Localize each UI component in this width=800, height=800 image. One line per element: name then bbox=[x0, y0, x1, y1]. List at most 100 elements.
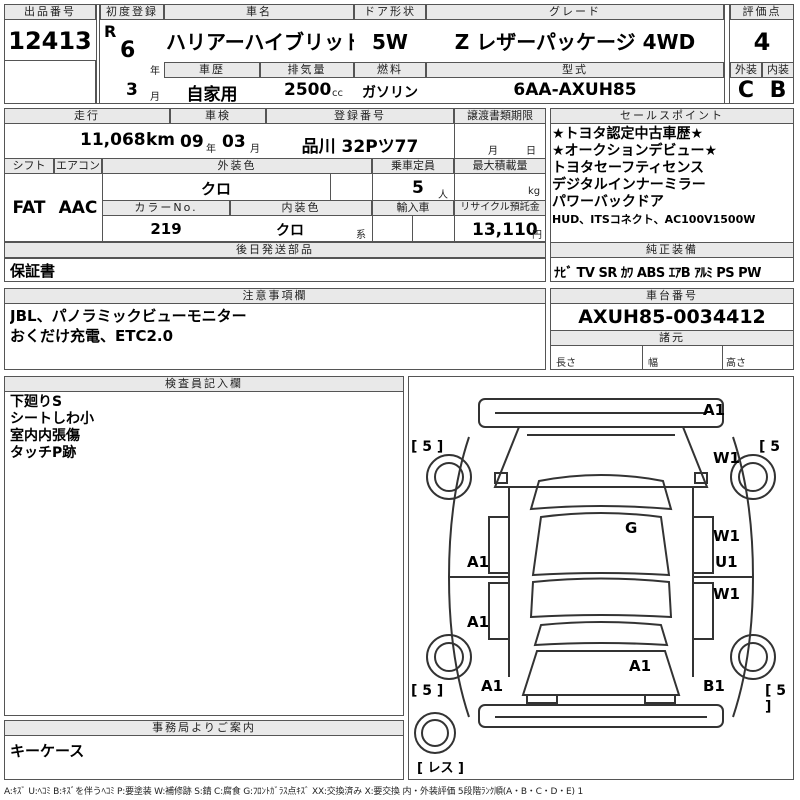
first-reg-month: 3 bbox=[126, 80, 138, 100]
name-label: 車名 bbox=[164, 4, 354, 20]
damage-mark: A1 bbox=[481, 677, 504, 695]
interior-unit: 系 bbox=[356, 230, 366, 241]
inspection-month-unit: 月 bbox=[250, 144, 260, 155]
sales-lines: ★トヨタ認定中古車歴★ ★オークションデビュー★ トヨタセーフティセンス デジタ… bbox=[552, 126, 792, 228]
inspection-month: 03 bbox=[222, 132, 246, 152]
shift-label: シフト bbox=[4, 158, 54, 174]
displacement-unit: cc bbox=[332, 88, 343, 99]
interior-label: 内装色 bbox=[230, 200, 372, 216]
tire-depth-rear-left: [ 5 ] bbox=[411, 683, 444, 699]
displacement: 2500 bbox=[284, 80, 332, 100]
mileage: 11,068 bbox=[80, 130, 146, 150]
load-label: 最大積載量 bbox=[454, 158, 546, 174]
divider bbox=[330, 174, 331, 200]
sales-line: デジタルインナーミラー bbox=[552, 177, 706, 193]
sales-line: ★オークションデビュー★ bbox=[552, 143, 718, 159]
tire-depth-front-right: [ 5 bbox=[759, 439, 781, 455]
office-note: キーケース bbox=[10, 742, 85, 760]
later-parts-box bbox=[4, 258, 546, 282]
inspector-line: シートしわ小 bbox=[10, 411, 94, 427]
first-reg-year: 6 bbox=[120, 38, 136, 63]
color-no-label: カラーNo. bbox=[102, 200, 230, 216]
grade-label: グレード bbox=[426, 4, 724, 20]
damage-mark: G bbox=[625, 519, 638, 537]
history: 自家用 bbox=[186, 85, 238, 105]
model-label: 型式 bbox=[426, 62, 724, 78]
plate: 品川 32Pツ77 bbox=[301, 137, 419, 157]
chassis-number: AXUH85-0034412 bbox=[578, 306, 766, 328]
ext-grade: C bbox=[737, 78, 755, 103]
model: 6AA-AXUH85 bbox=[513, 80, 637, 100]
divider bbox=[372, 158, 373, 242]
color: クロ bbox=[200, 180, 231, 198]
inspection-year-unit: 年 bbox=[206, 144, 216, 155]
displacement-label: 排気量 bbox=[260, 62, 354, 78]
ext-label: 外装 bbox=[730, 62, 762, 78]
inspector-line: 室内内張傷 bbox=[10, 428, 80, 444]
mileage-label: 走行 bbox=[4, 108, 170, 124]
damage-mark: B1 bbox=[703, 677, 725, 695]
history-label: 車歴 bbox=[164, 62, 260, 78]
mileage-unit: km bbox=[146, 130, 176, 150]
car-diagram: A1 W1 G W1 U1 W1 A1 A1 A1 A1 B1 [ 5 ] [ … bbox=[408, 376, 794, 780]
sales-line: HUD、ITSコネクト、AC100V1500W bbox=[552, 213, 756, 226]
grade: Z レザーパッケージ 4WD bbox=[454, 30, 696, 54]
score-label: 評価点 bbox=[730, 4, 794, 20]
inspection-label: 車検 bbox=[170, 108, 266, 124]
damage-mark: U1 bbox=[715, 553, 738, 571]
equipment: ﾅﾋﾞ TV SR ｶﾜ ABS ｴｱB ｱﾙﾐ PS PW bbox=[554, 266, 762, 281]
office-label: 事務局よりご案内 bbox=[4, 720, 404, 736]
notes-label: 注意事項欄 bbox=[4, 288, 546, 304]
spec-width: 幅 bbox=[648, 358, 658, 369]
int-grade: B bbox=[769, 78, 787, 103]
recycle-label: リサイクル預託金 bbox=[454, 200, 546, 216]
capacity-unit: 人 bbox=[438, 190, 448, 201]
color-label: 外装色 bbox=[102, 158, 372, 174]
door-type: 5W bbox=[372, 30, 408, 54]
door-label: ドア形状 bbox=[354, 4, 426, 20]
sales-line: トヨタセーフティセンス bbox=[552, 160, 705, 176]
inspector-line: 下廻りS bbox=[10, 394, 63, 410]
fuel-label: 燃料 bbox=[354, 62, 426, 78]
score: 4 bbox=[753, 28, 771, 56]
sales-line: ★トヨタ認定中古車歴★ bbox=[552, 126, 704, 142]
later-parts: 保証書 bbox=[10, 262, 56, 280]
lot-number: 12413 bbox=[8, 27, 92, 55]
notes-line: おくだけ充電、ETC2.0 bbox=[10, 328, 174, 345]
damage-mark: W1 bbox=[713, 585, 740, 603]
ac: AAC bbox=[58, 198, 98, 218]
divider bbox=[412, 216, 413, 242]
inspector-lines: 下廻りS シートしわ小 室内内張傷 タッチP跡 bbox=[10, 394, 94, 462]
spec-length: 長さ bbox=[556, 358, 576, 369]
transfer-month-unit: 月 bbox=[488, 146, 498, 157]
damage-mark: A1 bbox=[703, 401, 726, 419]
chassis-label: 車台番号 bbox=[550, 288, 794, 304]
car-outline bbox=[414, 398, 776, 754]
divider bbox=[642, 346, 643, 370]
divider bbox=[4, 158, 546, 159]
first-reg-label: 初度登録 bbox=[100, 4, 164, 20]
tire-depth-rear-right: [ 5 ] bbox=[765, 683, 787, 715]
recycle: 13,110 bbox=[472, 220, 538, 240]
sales-label: セールスポイント bbox=[550, 108, 794, 124]
inspection-year: 09 bbox=[180, 132, 204, 152]
lot-blank bbox=[4, 60, 96, 104]
plate-label: 登録番号 bbox=[266, 108, 454, 124]
interior-color: クロ bbox=[276, 223, 304, 239]
tire-depth-front-left: [ 5 ] bbox=[411, 439, 444, 455]
divider bbox=[722, 346, 723, 370]
capacity-label: 乗車定員 bbox=[372, 158, 454, 174]
sales-line: パワーバックドア bbox=[552, 194, 664, 210]
load-unit: kg bbox=[528, 186, 541, 197]
spec-height: 高さ bbox=[726, 358, 746, 369]
color-no: 219 bbox=[150, 220, 182, 238]
damage-mark: A1 bbox=[467, 553, 490, 571]
damage-mark: A1 bbox=[629, 657, 652, 675]
later-parts-label: 後日発送部品 bbox=[4, 242, 546, 258]
inspector-label: 検査員記入欄 bbox=[4, 376, 404, 392]
int-label: 内装 bbox=[762, 62, 794, 78]
inspector-line: タッチP跡 bbox=[10, 445, 77, 461]
first-reg-year-unit: 年 bbox=[150, 66, 160, 77]
shift: FAT bbox=[12, 198, 46, 218]
damage-mark: W1 bbox=[713, 527, 740, 545]
